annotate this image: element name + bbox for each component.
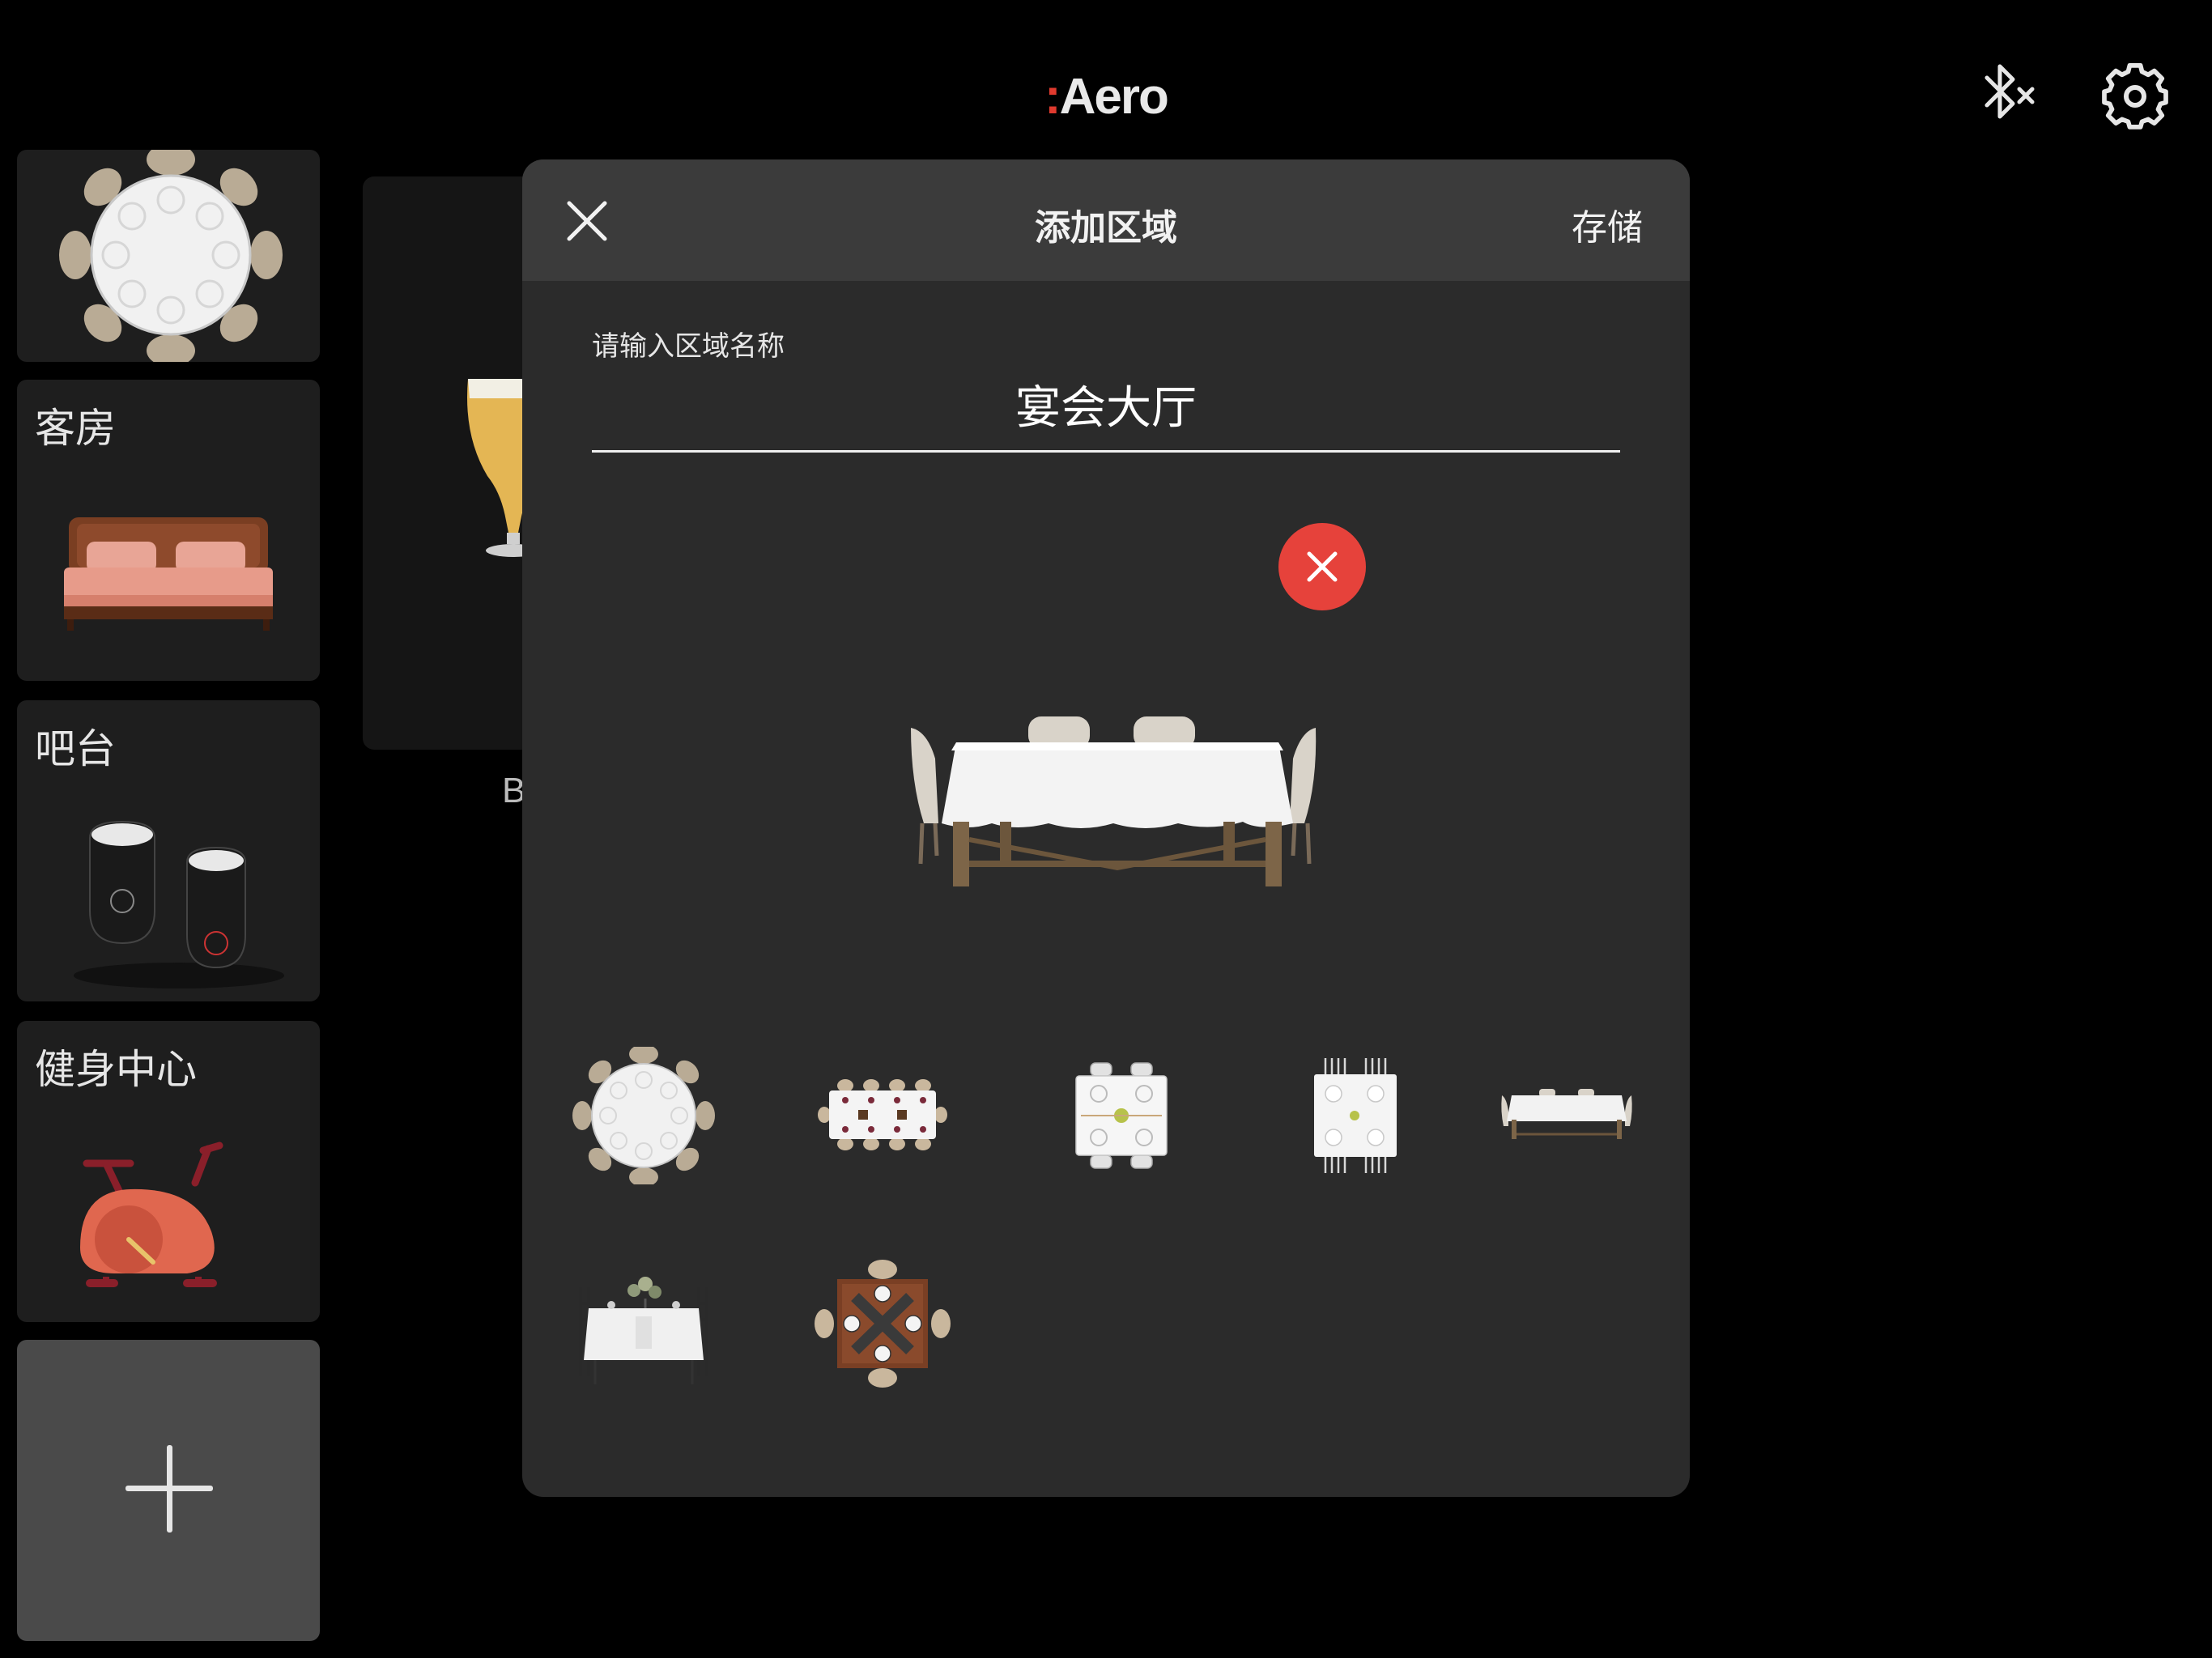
input-underline <box>592 450 1620 453</box>
sidebar-card-guestroom[interactable]: 客房 <box>17 380 320 681</box>
close-icon <box>1307 551 1338 582</box>
sidebar: 客房 吧台 健身中心 <box>0 150 340 1658</box>
table-option-long-table[interactable] <box>810 1047 955 1184</box>
plus-icon-vertical <box>167 1445 172 1533</box>
add-area-button[interactable] <box>17 1340 320 1641</box>
add-area-modal: 添加区域 存储 请输入区域名称 宴会大厅 <box>522 159 1690 1497</box>
bluetooth-off-icon[interactable] <box>1976 58 2040 130</box>
top-bar: :Aero <box>0 0 2212 150</box>
table-option-wooden-square[interactable] <box>810 1255 955 1392</box>
selected-table-preview-image <box>911 716 1317 886</box>
table-option-bouquet-table[interactable] <box>571 1255 717 1392</box>
modal-title: 添加区域 <box>1035 207 1177 249</box>
bed-image <box>64 517 273 631</box>
remove-image-button[interactable] <box>1278 523 1366 610</box>
gear-icon[interactable] <box>2100 62 2170 131</box>
card-label: 健身中心 <box>35 1046 197 1093</box>
exercise-bike-image <box>80 1141 223 1287</box>
area-name-label: 请输入区域名称 <box>592 330 785 363</box>
sidebar-card-banquet[interactable] <box>17 150 320 362</box>
area-name-input[interactable]: 宴会大厅 <box>592 372 1620 437</box>
card-label: 吧台 <box>35 725 116 772</box>
card-label: 客房 <box>35 405 116 452</box>
sidebar-card-bar[interactable]: 吧台 <box>17 700 320 1001</box>
modal-header: 添加区域 存储 <box>522 159 1690 281</box>
app-logo: :Aero <box>1044 69 1169 125</box>
table-option-rectangular-side[interactable] <box>1494 1047 1640 1184</box>
save-button[interactable]: 存储 <box>1572 198 1643 250</box>
table-option-square-chairs[interactable] <box>1282 1047 1427 1184</box>
round-banquet-table-image <box>59 150 283 362</box>
wine-glasses-image <box>74 820 284 988</box>
table-option-round-banquet[interactable] <box>571 1047 717 1184</box>
table-option-square-flowers[interactable] <box>1049 1047 1194 1184</box>
sidebar-card-fitness[interactable]: 健身中心 <box>17 1021 320 1322</box>
